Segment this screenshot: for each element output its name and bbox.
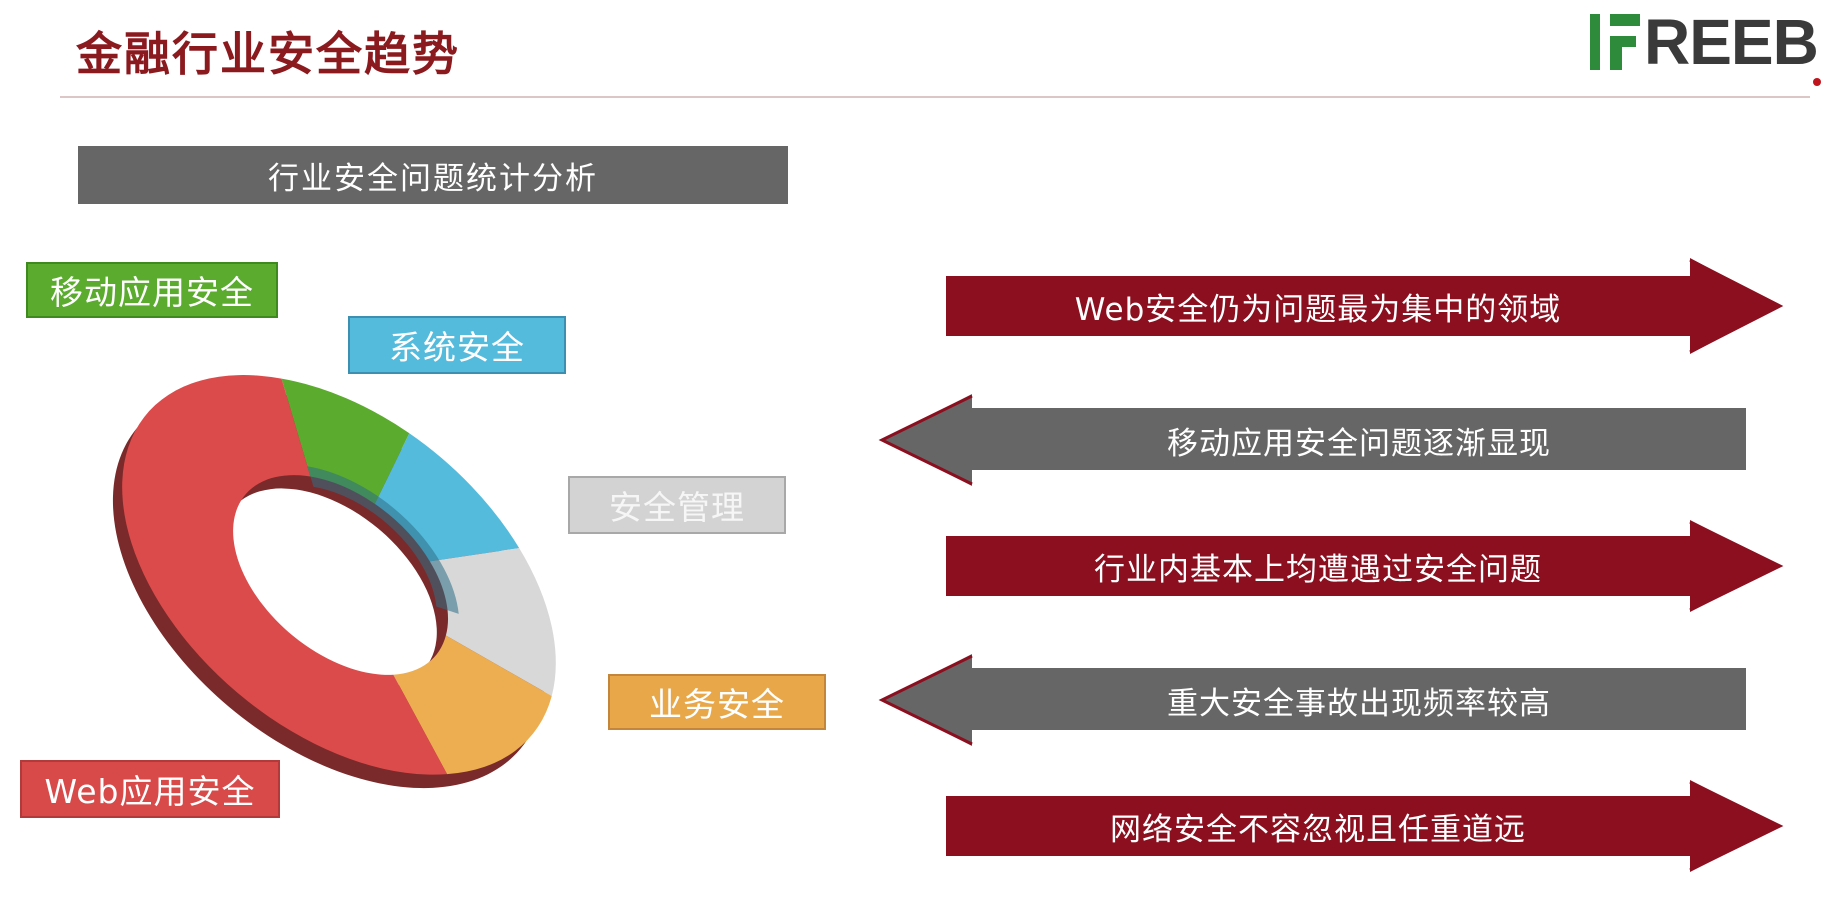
logo-f-mark <box>1610 14 1640 70</box>
freebuf-logo: REEBU <box>1588 8 1821 88</box>
trend-text-4: 重大安全事故出现频率较高 <box>1167 685 1551 722</box>
security-donut-chart <box>112 375 556 789</box>
trend-text-1: Web安全仍为问题最为集中的领域 <box>1074 291 1562 328</box>
label-mobile-security: 移动应用安全 <box>26 262 278 318</box>
label-system-security: 系统安全 <box>348 316 566 374</box>
label-business-security: 业务安全 <box>608 674 826 730</box>
trend-text-3: 行业内基本上均遭遇过安全问题 <box>1094 551 1542 588</box>
title-divider <box>60 96 1810 98</box>
logo-text: REEBU <box>1644 8 1821 78</box>
label-security-management: 安全管理 <box>568 476 786 534</box>
section-title-bar: 行业安全问题统计分析 <box>78 146 788 204</box>
logo-dot <box>1813 78 1821 86</box>
logo-bar-mark <box>1590 14 1600 70</box>
page-title: 金融行业安全趋势 <box>76 27 460 81</box>
trend-text-2: 移动应用安全问题逐渐显现 <box>1167 425 1551 462</box>
label-web-security: Web应用安全 <box>20 760 280 818</box>
trend-text-5: 网络安全不容忽视且任重道远 <box>1110 811 1526 848</box>
